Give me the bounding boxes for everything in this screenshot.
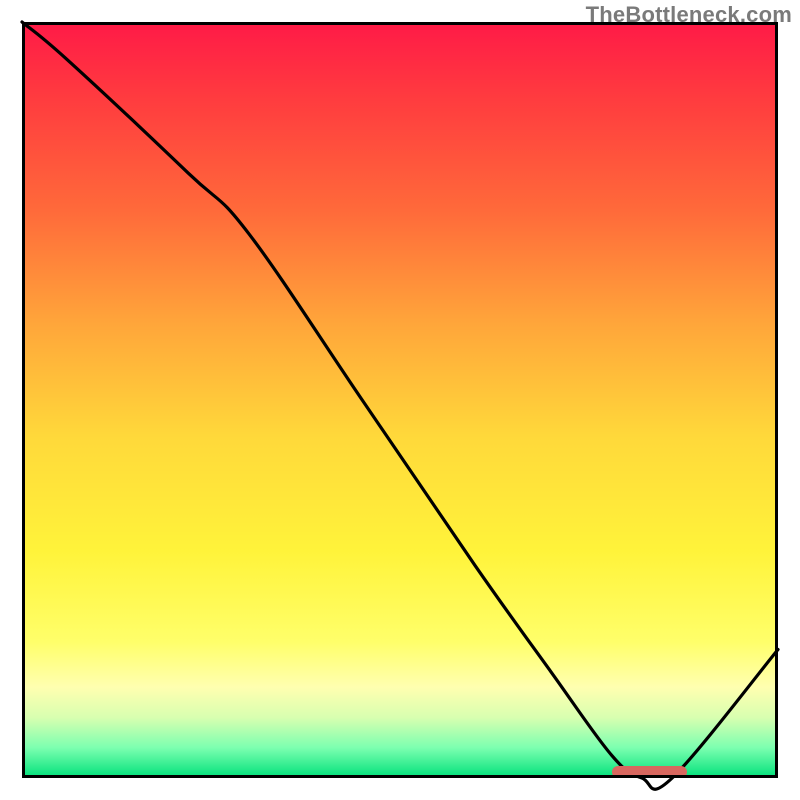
bottleneck-curve <box>22 22 778 778</box>
chart-frame-right <box>775 22 778 778</box>
chart-frame-bottom <box>22 775 778 778</box>
chart-frame-top <box>22 22 778 25</box>
chart-frame-left <box>22 22 25 778</box>
